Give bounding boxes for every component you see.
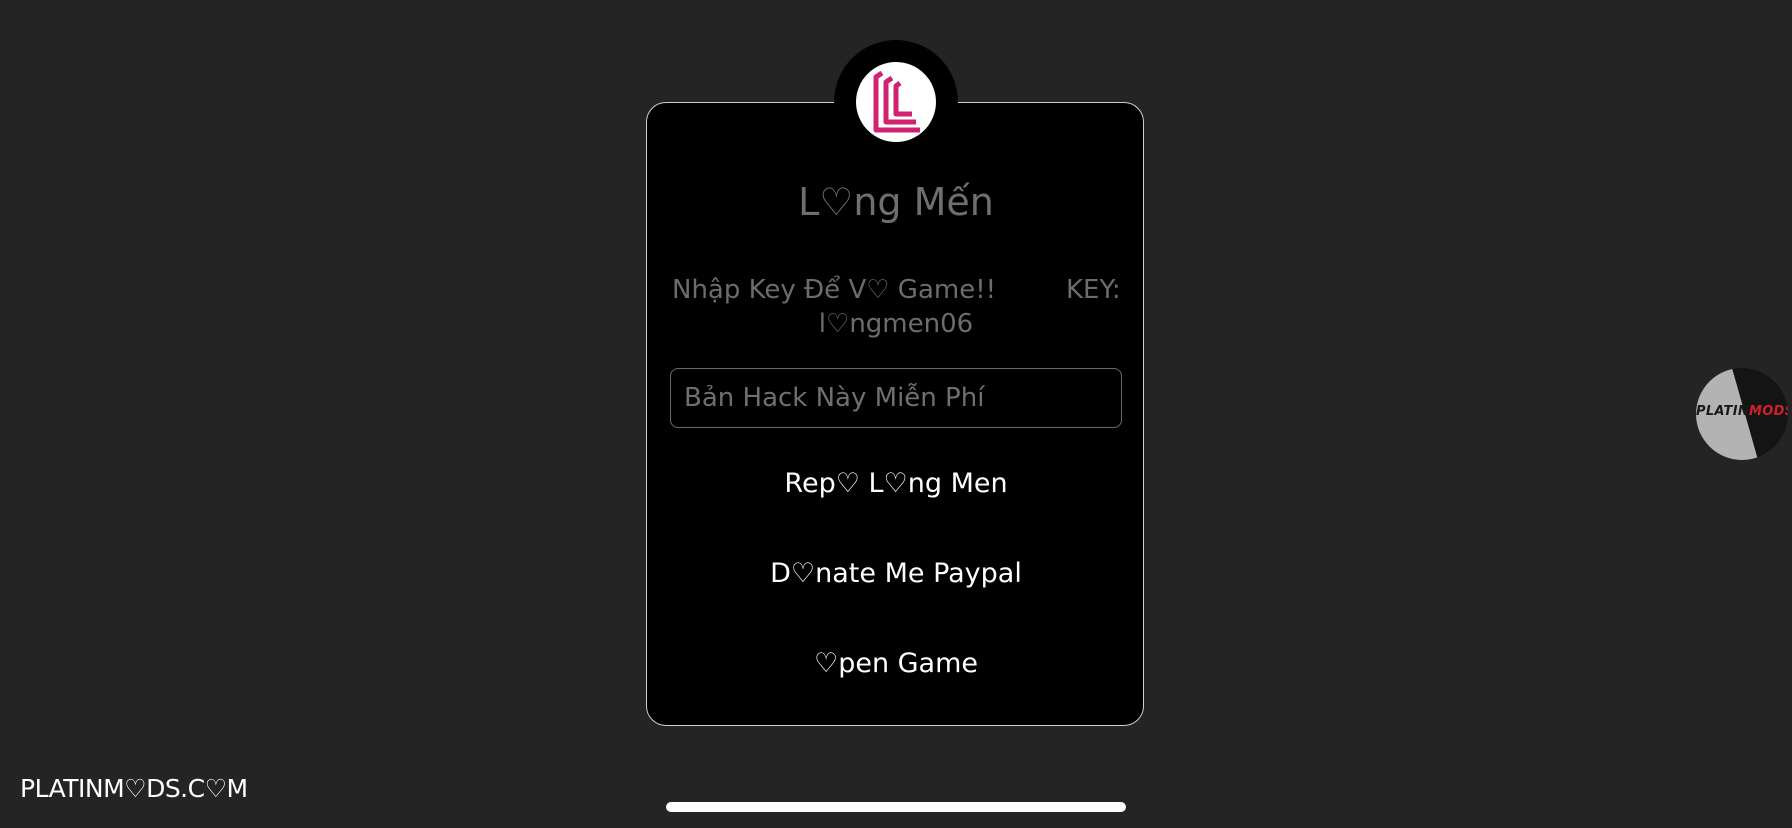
logo-glyph	[873, 70, 920, 133]
open-game-button[interactable]: ♡pen Game	[646, 644, 1146, 684]
app-screen: L♡ng Mến Nhập Key Để V♡ Game!! KEY: l♡ng…	[0, 0, 1792, 828]
badge-label-right: MODS	[1749, 404, 1788, 419]
repo-button[interactable]: Rep♡ L♡ng Men	[646, 464, 1146, 504]
key-label: KEY:	[1066, 275, 1121, 305]
donate-paypal-button[interactable]: D♡nate Me Paypal	[646, 554, 1146, 594]
long-men-logo-icon	[856, 62, 936, 142]
badge-label-left: PLATIN	[1696, 404, 1750, 419]
dialog-title: L♡ng Mến	[798, 180, 994, 224]
key-prompt: Nhập Key Để V♡ Game!!	[672, 275, 997, 305]
platinmods-floating-button[interactable]: PLATINMODS	[1696, 368, 1788, 460]
badge-label: PLATINMODS	[1696, 404, 1788, 419]
key-value: l♡ngmen06	[818, 309, 974, 339]
key-input[interactable]	[670, 368, 1122, 428]
home-indicator[interactable]	[666, 802, 1126, 812]
site-watermark: PLATINM♡DS.C♡M	[20, 774, 248, 803]
